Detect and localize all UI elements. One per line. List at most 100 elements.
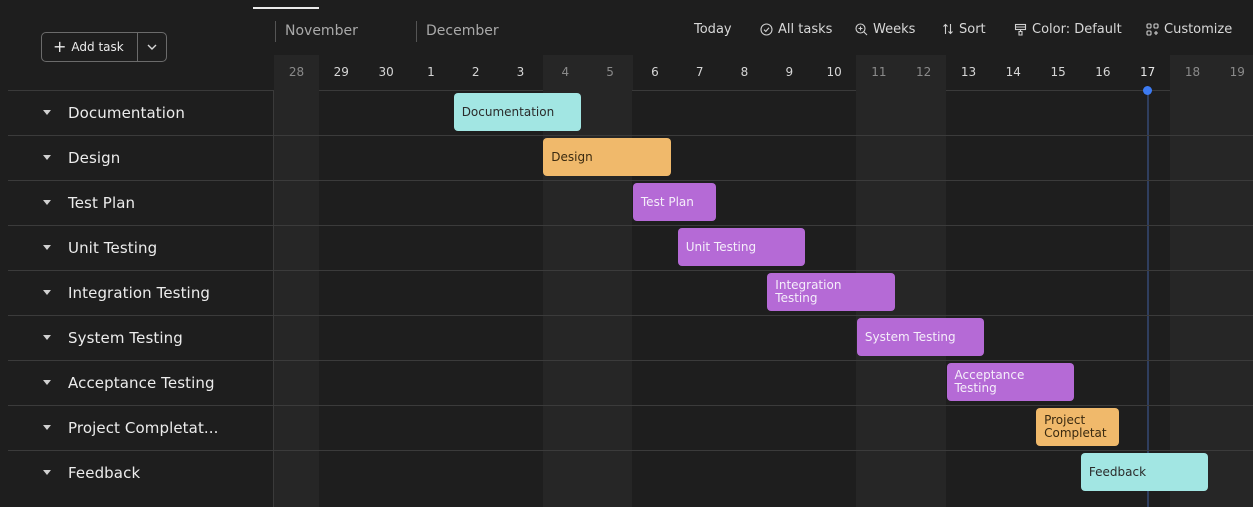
task-row[interactable]: Feedback <box>8 450 274 495</box>
day-label: 6 <box>651 65 659 79</box>
day-label: 9 <box>785 65 794 79</box>
caret-down-icon[interactable] <box>43 155 51 160</box>
row-divider <box>8 270 274 271</box>
row-divider <box>8 405 274 406</box>
task-row[interactable]: Acceptance Testing <box>8 360 274 405</box>
row-divider <box>274 135 1253 136</box>
task-bar[interactable]: Unit Testing <box>677 228 806 266</box>
weekend-column <box>1170 90 1215 507</box>
task-bar-label: Unit Testing <box>685 239 757 254</box>
day-label: 7 <box>695 65 704 79</box>
day-label: 3 <box>516 65 525 79</box>
weeks-zoom-button[interactable]: Weeks <box>855 22 915 37</box>
row-divider <box>274 450 1253 451</box>
row-divider <box>274 405 1253 406</box>
task-row[interactable]: Integration Testing <box>8 270 274 315</box>
month-label: December <box>416 21 499 42</box>
day-label: 29 <box>333 65 349 79</box>
paint-bucket-icon <box>1014 23 1027 36</box>
today-label: Today <box>694 21 732 37</box>
row-divider <box>8 450 274 451</box>
row-divider <box>8 315 274 316</box>
row-divider <box>8 360 274 361</box>
all-tasks-label: All tasks <box>778 21 833 37</box>
day-label: 4 <box>542 55 588 90</box>
day-label: 8 <box>740 65 749 79</box>
row-divider <box>8 180 274 181</box>
task-row[interactable]: Project Completat... <box>8 405 274 450</box>
day-label: 2 <box>471 65 480 79</box>
day-label: 11 <box>856 55 902 90</box>
day-label: 13 <box>960 65 977 79</box>
caret-down-icon[interactable] <box>43 290 51 295</box>
task-bar-label: Documentation <box>461 104 555 119</box>
day-label: 19 <box>1214 55 1253 90</box>
task-row[interactable]: Test Plan <box>8 180 274 225</box>
task-row[interactable]: Unit Testing <box>8 225 274 270</box>
month-label: November <box>275 21 358 42</box>
day-label: 12 <box>901 55 947 90</box>
add-task-label: Add task <box>71 40 124 54</box>
task-row[interactable]: System Testing <box>8 315 274 360</box>
task-bar[interactable]: Documentation <box>453 93 582 131</box>
day-header: 28 29 30 1 2 3 4 5 6 7 8 9 10 11 12 13 14 15 16 17 18 19 <box>274 55 1253 90</box>
add-task-dropdown-button[interactable] <box>138 33 166 61</box>
task-name: Project Completat... <box>68 418 219 437</box>
today-marker-line <box>1146 90 1149 507</box>
task-row[interactable]: Documentation <box>8 90 274 135</box>
task-bar[interactable]: Feedback <box>1080 453 1209 491</box>
day-label: 10 <box>826 65 842 79</box>
task-bar-label: Feedback <box>1088 464 1147 479</box>
caret-down-icon[interactable] <box>43 335 51 340</box>
check-circle-icon <box>760 22 773 36</box>
day-label: 17 <box>1140 65 1156 79</box>
add-task-button-group[interactable]: + Add task <box>41 32 167 62</box>
task-bar[interactable]: Integration Testing <box>767 273 895 311</box>
caret-down-icon[interactable] <box>43 470 51 475</box>
row-divider <box>274 180 1253 181</box>
customize-button[interactable]: Customize <box>1146 22 1232 37</box>
task-bar[interactable]: Acceptance Testing <box>946 363 1075 401</box>
task-bar[interactable]: Test Plan <box>632 183 716 221</box>
all-tasks-button[interactable]: All tasks <box>760 22 832 37</box>
row-divider <box>274 225 1253 226</box>
color-label: Color: Default <box>1032 21 1122 37</box>
task-bar[interactable]: System Testing <box>856 318 985 356</box>
caret-down-icon[interactable] <box>43 110 51 115</box>
caret-down-icon[interactable] <box>43 380 51 385</box>
row-divider <box>8 135 274 136</box>
gantt-view: + Add task November December Today All t… <box>0 0 1253 507</box>
caret-down-icon[interactable] <box>43 425 51 430</box>
sort-button[interactable]: Sort <box>942 22 986 37</box>
task-bar-label: Integration Testing <box>775 278 842 305</box>
weekend-column <box>274 90 319 507</box>
caret-down-icon[interactable] <box>43 200 51 205</box>
task-bar[interactable]: Design <box>543 138 671 176</box>
add-task-button[interactable]: + Add task <box>42 33 137 61</box>
task-list-header: + Add task <box>8 8 274 89</box>
chevron-down-icon <box>147 44 157 50</box>
task-name: System Testing <box>68 328 183 347</box>
customize-label: Customize <box>1164 21 1233 37</box>
weekend-column <box>901 90 946 507</box>
day-label: 16 <box>1095 65 1111 79</box>
day-label: 18 <box>1170 55 1215 90</box>
today-button[interactable]: Today <box>694 22 732 37</box>
zoom-icon <box>855 22 868 35</box>
task-bar-label: Test Plan <box>640 194 694 209</box>
task-bar[interactable]: Project Completat <box>1036 408 1119 446</box>
customize-icon <box>1146 22 1159 36</box>
color-button[interactable]: Color: Default <box>1014 22 1122 37</box>
task-name: Feedback <box>68 463 141 482</box>
task-row[interactable]: Design <box>8 135 274 180</box>
task-bar-label: System Testing <box>864 329 956 344</box>
task-bar-label: Project Completat <box>1044 413 1107 440</box>
row-divider <box>8 225 274 226</box>
caret-down-icon[interactable] <box>43 245 51 250</box>
weekend-column <box>1214 90 1253 507</box>
sort-icon <box>943 23 953 35</box>
task-name: Acceptance Testing <box>68 373 215 392</box>
day-label: 28 <box>274 55 319 90</box>
day-label: 30 <box>378 65 394 79</box>
timeline-grid: Documentation Design Test Plan Unit Testing… <box>274 90 1253 507</box>
